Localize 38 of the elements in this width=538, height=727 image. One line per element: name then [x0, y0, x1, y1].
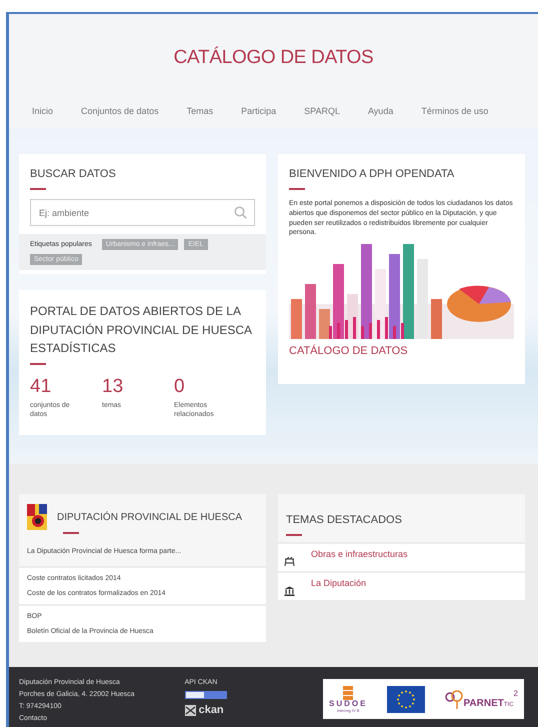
nav-link[interactable]: Temas: [186, 106, 214, 116]
organization-title: DIPUTACIÓN PROVINCIAL DE HUESCA: [57, 512, 242, 522]
stat-value: 41: [30, 376, 52, 398]
topic-item[interactable]: La Diputación: [278, 573, 525, 600]
parnet-logo-text: PARNET: [463, 698, 504, 709]
catalog-link[interactable]: CATÁLOGO DE DATOS: [289, 345, 514, 358]
parnet-emblem-icon: [445, 689, 464, 709]
card-title: TEMAS DESTACADOS: [286, 513, 403, 528]
nav-link[interactable]: Participa: [241, 106, 276, 116]
sudoe-logo-text: SUDOE: [329, 700, 368, 708]
stat-value: 13: [102, 376, 124, 398]
bank-building-icon: [284, 586, 295, 596]
stat-value: 0: [174, 376, 186, 398]
card-title: BIENVENIDO A DPH OPENDATA: [289, 167, 456, 182]
card-title: BUSCAR DATOS: [30, 167, 117, 182]
nav-link[interactable]: SPARQL: [304, 106, 340, 116]
barrier-icon: [284, 557, 295, 567]
parnet-superscript: 2: [514, 689, 518, 698]
topic-label: Obras e infraestructuras: [311, 549, 408, 559]
nav-link[interactable]: Ayuda: [368, 106, 394, 116]
bar: [305, 284, 316, 340]
eu-flag-icon: [387, 686, 426, 712]
open-data-badge-icon: [184, 691, 227, 699]
coat-of-arms-logo: [27, 504, 47, 530]
nav-link[interactable]: Términos de uso: [421, 106, 488, 116]
ckan-logo-icon: [184, 704, 196, 716]
ckan-logo-text: ckan: [198, 704, 224, 716]
sudoe-emblem-icon: [342, 686, 354, 700]
search-icon[interactable]: [234, 206, 247, 220]
nav-link[interactable]: Conjuntos de datos: [81, 106, 159, 116]
card-title: PORTAL DE DATOS ABIERTOS DE LA DIPUTACIÓN PROVINCIAL DE HUESCA ESTADÍSTICAS: [30, 303, 253, 358]
page-title: CATÁLOGO DE DATOS: [174, 47, 374, 69]
bar: [431, 299, 442, 340]
bar: [291, 299, 302, 340]
search-field[interactable]: Ej: ambiente: [30, 199, 255, 226]
topic-label: La Diputación: [311, 578, 366, 588]
topic-item[interactable]: Obras e infraestructuras: [278, 544, 525, 571]
nav-link[interactable]: Inicio: [32, 106, 54, 116]
